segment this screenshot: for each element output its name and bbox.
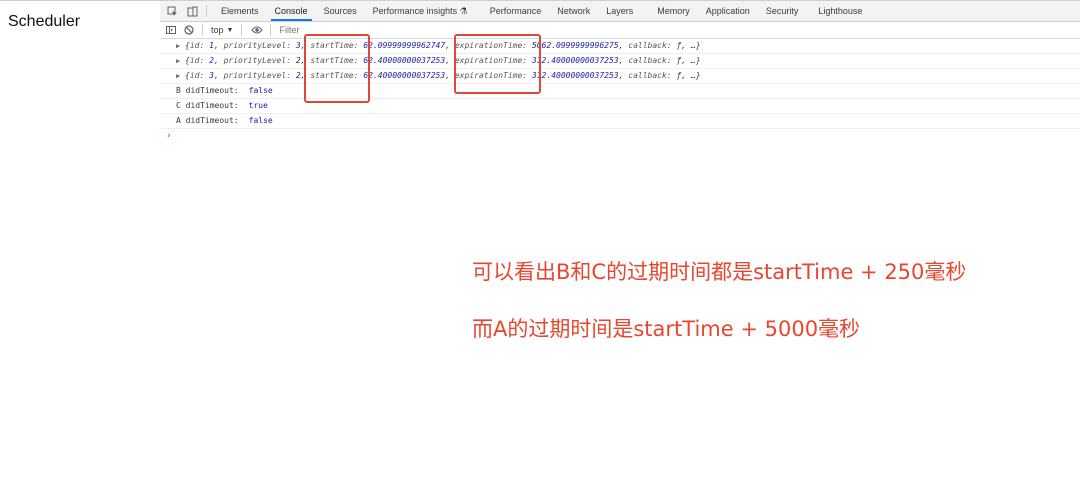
toolbar-separator [241,24,243,36]
tab-memory[interactable]: Memory [649,1,698,21]
log-label: C didTimeout: [176,101,239,110]
console-log-row: C didTimeout: true [160,99,1080,114]
tab-lighthouse[interactable]: Lighthouse [810,1,870,21]
annotation-line-1: 可以看出B和C的过期时间都是startTime + 250毫秒 [472,260,967,284]
devtools-panel: Elements Console Sources Performance ins… [160,1,1080,141]
device-toggle-icon[interactable] [184,3,200,19]
tab-application[interactable]: Application [698,1,758,21]
tab-performance-insights[interactable]: Performance insights ⚗ [365,1,476,21]
console-log-row: A didTimeout: false [160,114,1080,129]
annotation-line-2: 而A的过期时间是startTime + 5000毫秒 [472,317,861,341]
toolbar-separator [202,24,203,36]
console-output: ▶ {id: 1, priorityLevel: 3, startTime: 6… [160,39,1080,143]
console-prompt[interactable]: › [160,129,1080,143]
expirationtime-highlight-box [454,34,541,94]
expand-arrow-icon[interactable]: ▶ [176,54,180,68]
log-value: false [248,116,273,125]
expand-arrow-icon[interactable]: ▶ [176,69,180,83]
tab-performance[interactable]: Performance [482,1,550,21]
console-log-row: B didTimeout: false [160,84,1080,99]
eye-icon[interactable] [250,23,264,37]
toolbar-separator [206,5,207,17]
console-toolbar: top ▼ [160,22,1080,39]
tab-network[interactable]: Network [549,1,598,21]
expand-arrow-icon[interactable]: ▶ [176,39,180,53]
log-value: false [248,86,273,95]
log-value: true [248,101,268,110]
page-title: Scheduler [8,13,81,30]
inspect-element-icon[interactable] [164,3,180,19]
log-label: A didTimeout: [176,116,239,125]
tab-security[interactable]: Security [758,1,807,21]
clear-console-icon[interactable] [182,23,196,37]
tab-elements[interactable]: Elements [213,1,267,21]
tab-console[interactable]: Console [267,1,316,21]
context-selector[interactable]: top ▼ [211,25,233,35]
starttime-highlight-box [304,34,370,103]
devtools-tabbar: Elements Console Sources Performance ins… [160,1,1080,22]
context-label: top [211,25,224,35]
console-object-row[interactable]: ▶ {id: 1, priorityLevel: 3, startTime: 6… [160,39,1080,54]
sidebar-toggle-icon[interactable] [164,23,178,37]
console-object-row[interactable]: ▶ {id: 2, priorityLevel: 2, startTime: 6… [160,54,1080,69]
log-label: B didTimeout: [176,86,239,95]
toolbar-separator [270,24,272,36]
chevron-down-icon: ▼ [226,26,234,34]
tab-layers[interactable]: Layers [598,1,641,21]
tab-sources[interactable]: Sources [316,1,365,21]
console-object-row[interactable]: ▶ {id: 3, priorityLevel: 2, startTime: 6… [160,69,1080,84]
